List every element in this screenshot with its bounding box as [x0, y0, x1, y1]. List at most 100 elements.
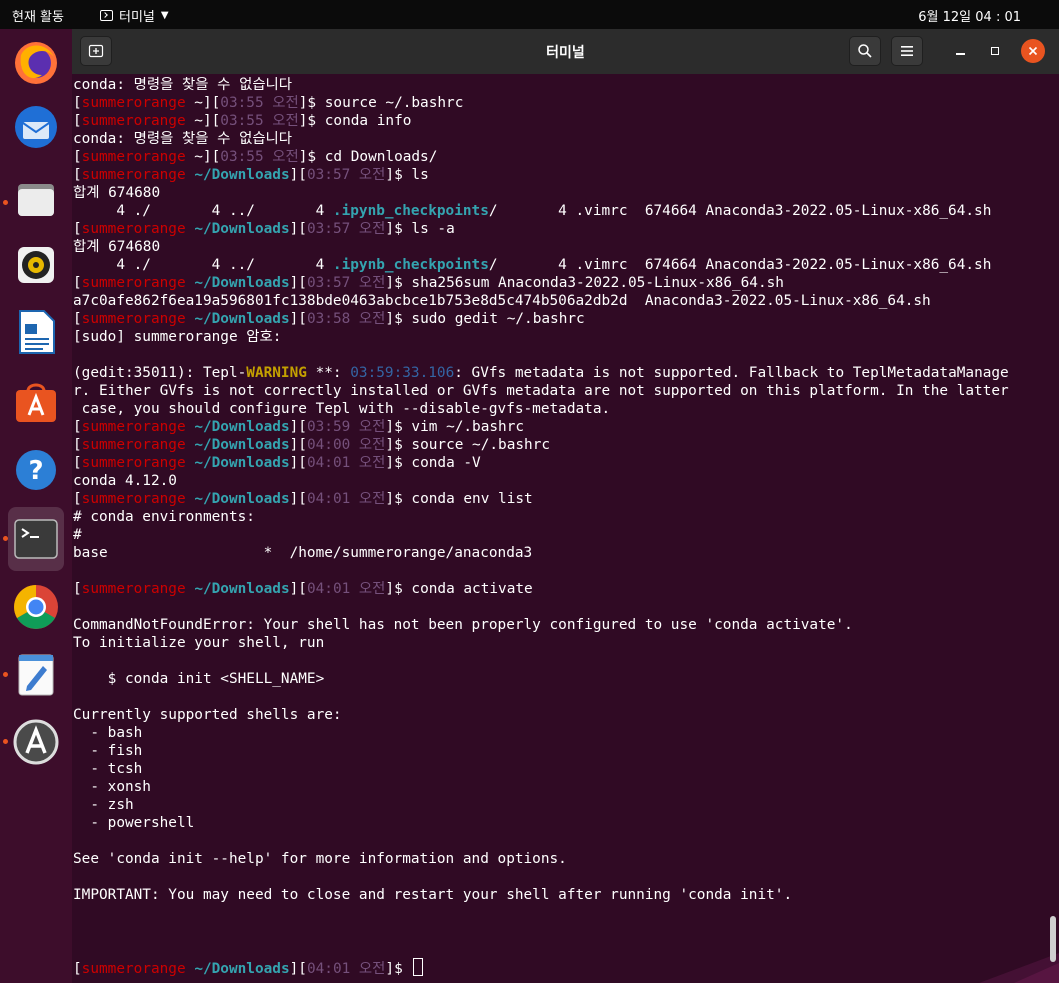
terminal-text: 03:57 오전: [306, 221, 386, 237]
terminal-text: ][: [289, 455, 307, 471]
dock-item-text-editor[interactable]: [8, 647, 64, 703]
terminal-text: conda 4.12.0: [73, 473, 177, 489]
terminal-text: ~/Downloads: [194, 455, 290, 471]
dock-item-firefox[interactable]: [8, 35, 64, 91]
terminal-line: [summerorange ~][03:55 오전]$ conda info: [73, 112, 1055, 130]
terminal-line: [summerorange ~/Downloads][03:57 오전]$ ls…: [73, 220, 1055, 238]
terminal-text: base * /home/summerorange/anaconda3: [73, 545, 533, 561]
terminal-text: ]$ ls: [385, 167, 429, 183]
terminal-text: summerorange: [81, 275, 186, 291]
terminal-line: [summerorange ~/Downloads][04:01 오전]$ co…: [73, 454, 1055, 472]
terminal-output[interactable]: conda: 명령을 찾을 수 없습니다 [summerorange ~][03:…: [72, 74, 1059, 983]
terminal-text: ]$ vim ~/.bashrc: [385, 419, 525, 435]
terminal-line: $ conda init <SHELL_NAME>: [73, 670, 1055, 688]
terminal-text: ]$ sha256sum Anaconda3-2022.05-Linux-x86…: [385, 275, 784, 291]
terminal-text: ]$: [385, 961, 412, 977]
dock-item-help[interactable]: ?: [8, 442, 64, 498]
terminal-line: See 'conda init --help' for more informa…: [73, 850, 1055, 868]
terminal-text: ]$ cd Downloads/: [298, 149, 438, 165]
terminal-line: [summerorange ~/Downloads][03:57 오전]$ ls: [73, 166, 1055, 184]
terminal-line: [summerorange ~/Downloads][04:00 오전]$ so…: [73, 436, 1055, 454]
terminal-text: To initialize your shell, run: [73, 635, 325, 651]
terminal-text: / 4 .vimrc 674664 Anaconda3-2022.05-Linu…: [488, 257, 992, 273]
scrollbar[interactable]: [1050, 916, 1056, 962]
terminal-text: 03:55 오전: [220, 113, 299, 129]
dock-item-thunderbird[interactable]: [8, 99, 64, 155]
terminal-text: ~/Downloads: [194, 311, 290, 327]
terminal-text: case, you should configure Tepl with --d…: [73, 401, 611, 417]
terminal-text: #: [73, 527, 82, 543]
minimize-button[interactable]: [949, 40, 971, 62]
maximize-button[interactable]: [984, 40, 1006, 62]
terminal-text: ~/Downloads: [194, 961, 290, 977]
app-menu[interactable]: 터미널 ▼: [100, 6, 169, 25]
terminal-text: [: [73, 491, 82, 507]
close-button[interactable]: [1021, 39, 1045, 63]
terminal-line: - xonsh: [73, 778, 1055, 796]
dock: ?: [0, 29, 72, 983]
terminal-icon: [14, 519, 58, 559]
terminal-line: [summerorange ~/Downloads][04:01 오전]$ co…: [73, 490, 1055, 508]
dock-item-rhythmbox[interactable]: [8, 237, 64, 293]
terminal-line: [summerorange ~/Downloads][04:01 오전]$: [73, 958, 1055, 977]
software-center-icon: [16, 383, 56, 422]
terminal-line: (gedit:35011): Tepl-WARNING **: 03:59:33…: [73, 364, 1055, 382]
terminal-text: ][: [289, 221, 307, 237]
terminal-text: See 'conda init --help' for more informa…: [73, 851, 567, 867]
terminal-text: summerorange: [81, 437, 186, 453]
terminal-text: ]$ conda -V: [385, 455, 481, 471]
terminal-text: summerorange: [81, 419, 186, 435]
menu-button[interactable]: [891, 36, 923, 66]
search-button[interactable]: [849, 36, 881, 66]
svg-text:?: ?: [28, 456, 43, 486]
terminal-text: [: [73, 455, 82, 471]
terminal-line: IMPORTANT: You may need to close and res…: [73, 886, 1055, 904]
terminal-small-icon: [100, 10, 113, 21]
terminal-text: (gedit:35011): Tepl-: [73, 365, 247, 381]
dock-item-files[interactable]: [8, 171, 64, 227]
caret-down-icon: ▼: [160, 10, 169, 21]
terminal-line: [summerorange ~/Downloads][04:01 오전]$ co…: [73, 580, 1055, 598]
terminal-text: ~/Downloads: [194, 167, 290, 183]
dock-item-chrome[interactable]: [8, 579, 64, 635]
terminal-line: [sudo] summerorange 암호:: [73, 328, 1055, 346]
terminal-line: [summerorange ~/Downloads][03:59 오전]$ vi…: [73, 418, 1055, 436]
firefox-icon: [15, 42, 57, 84]
files-icon: [18, 184, 54, 216]
terminal-text: .ipynb_checkpoints: [332, 203, 489, 219]
hamburger-icon: [901, 46, 913, 56]
terminal-text: **:: [306, 365, 351, 381]
terminal-text: ~/Downloads: [194, 275, 290, 291]
terminal-line: [summerorange ~][03:55 오전]$ cd Downloads…: [73, 148, 1055, 166]
terminal-text: # conda environments:: [73, 509, 255, 525]
terminal-line: conda 4.12.0: [73, 472, 1055, 490]
terminal-text: ]$ conda info: [298, 113, 412, 129]
terminal-text: ]$ conda env list: [385, 491, 533, 507]
dock-item-terminal[interactable]: [8, 507, 64, 571]
terminal-text: WARNING: [246, 365, 307, 381]
maximize-icon: [991, 47, 999, 55]
dock-item-updater[interactable]: [8, 714, 64, 770]
terminal-text: summerorange: [81, 455, 186, 471]
software-updater-icon: [13, 719, 59, 765]
dock-item-software[interactable]: [8, 374, 64, 430]
terminal-line: To initialize your shell, run: [73, 634, 1055, 652]
clock[interactable]: 6월 12일 04 : 01: [918, 6, 1021, 25]
dock-item-writer[interactable]: [8, 304, 64, 360]
terminal-text: [: [73, 167, 82, 183]
activities-button[interactable]: 현재 활동: [12, 6, 64, 25]
terminal-text: 4 ./ 4 ../ 4: [73, 203, 333, 219]
